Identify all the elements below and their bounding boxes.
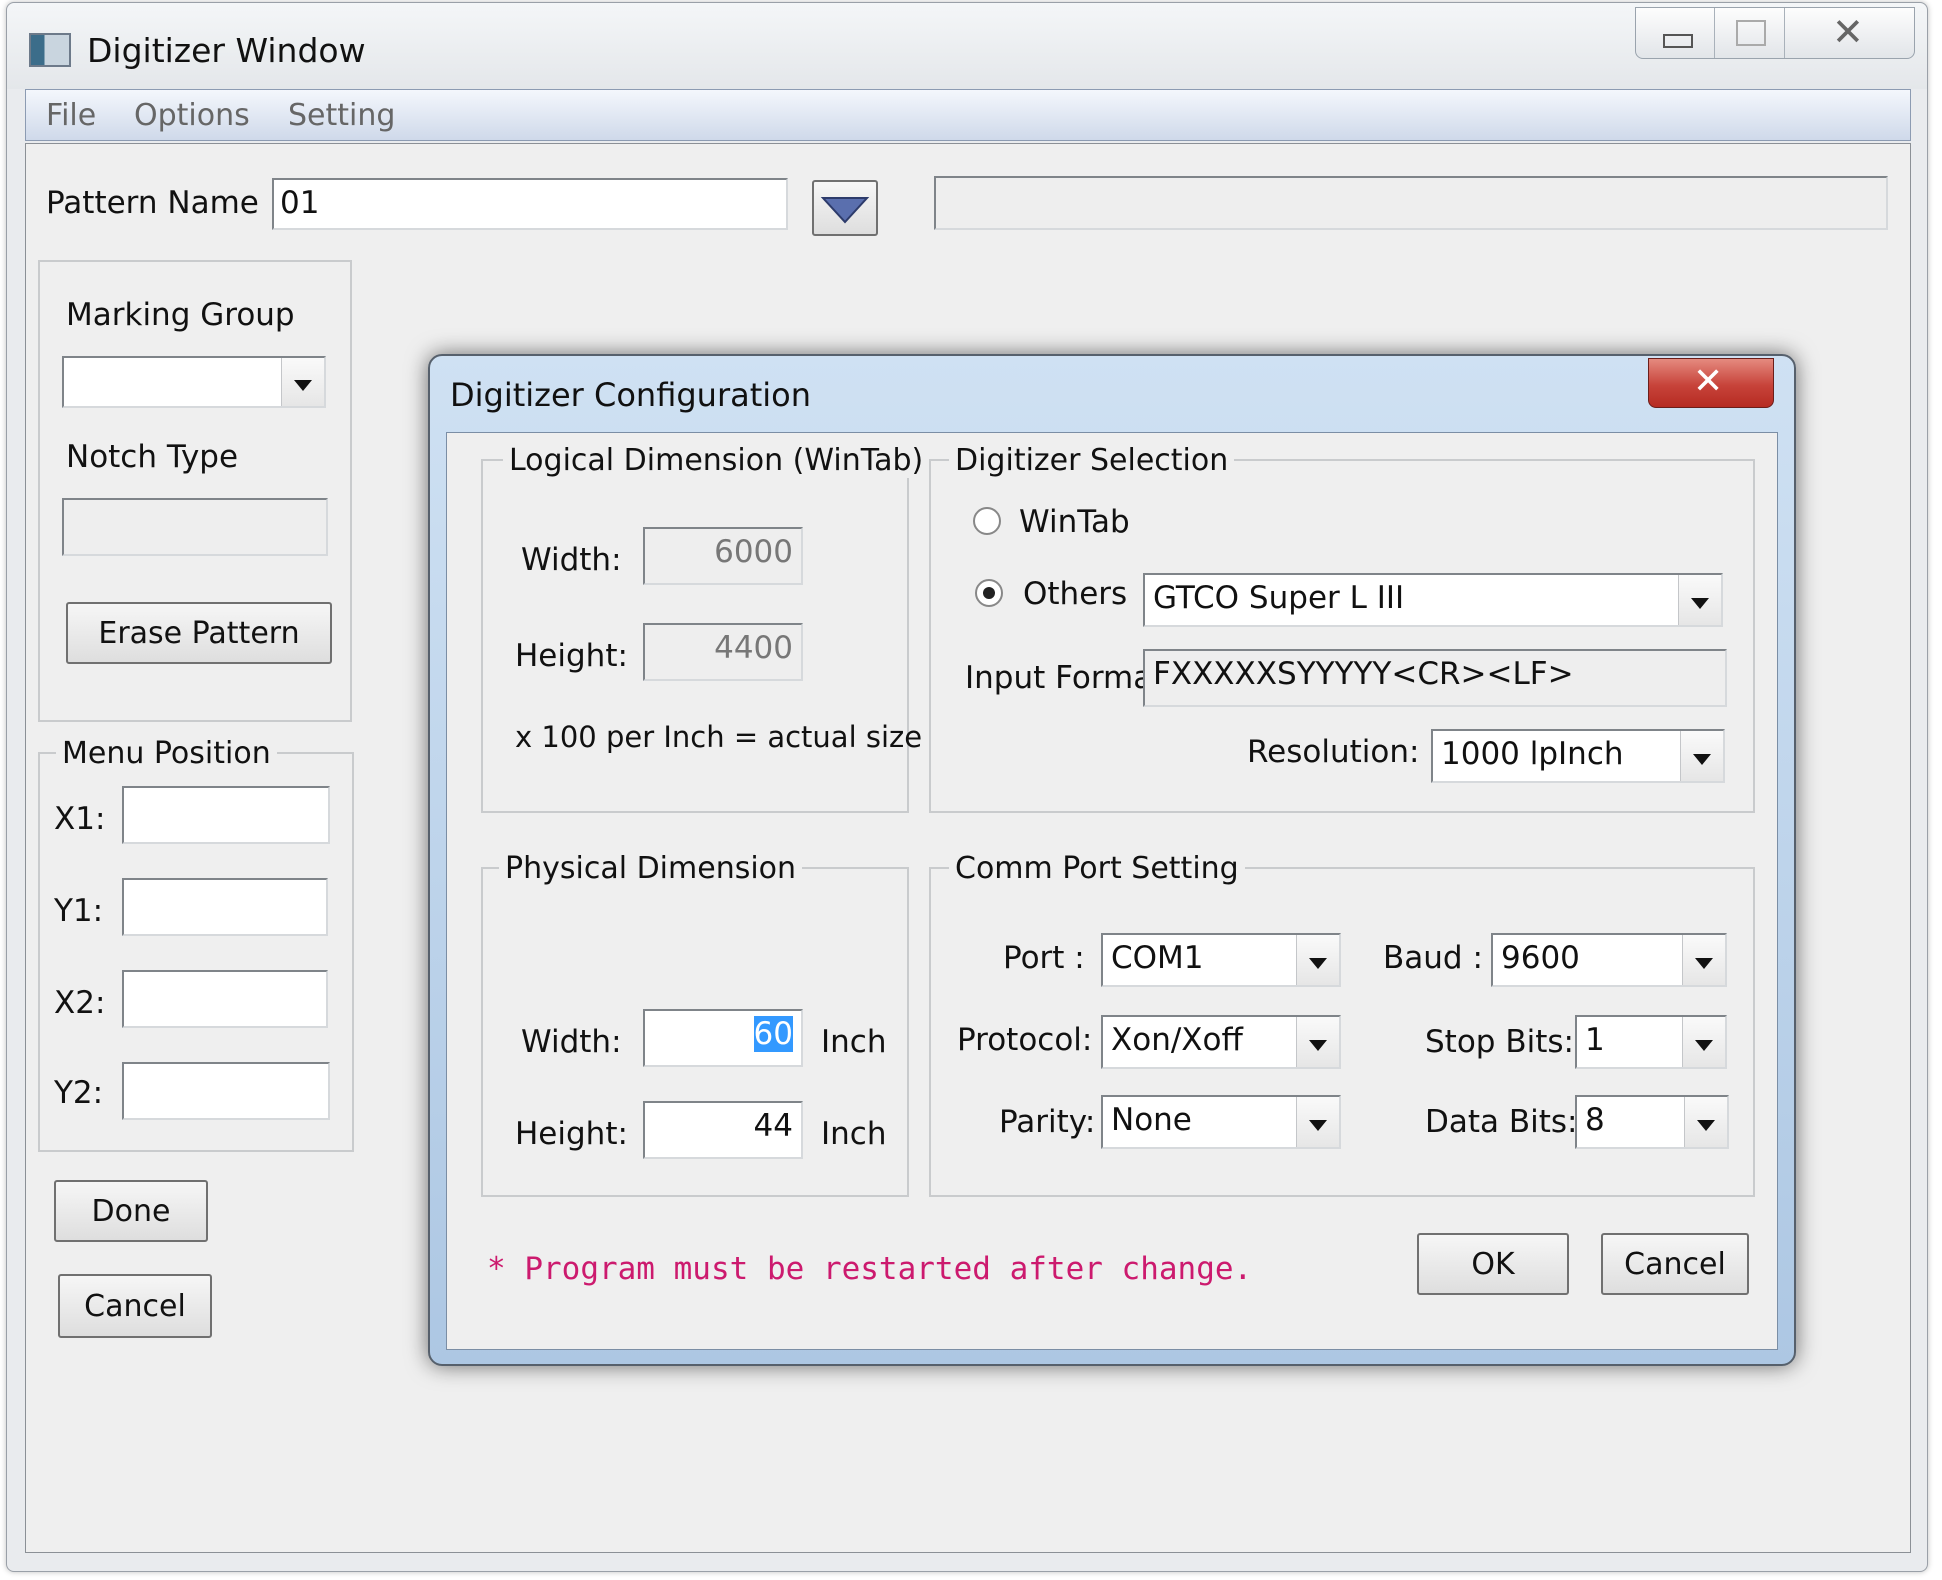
logical-height-label: Height: [515, 638, 628, 674]
chevron-down-icon [1680, 731, 1723, 781]
physical-width-input[interactable]: 60 [643, 1009, 803, 1067]
done-button[interactable]: Done [54, 1180, 208, 1242]
protocol-select[interactable]: Xon/Xoff [1101, 1015, 1341, 1069]
digitizer-model-select[interactable]: GTCO Super L III [1143, 573, 1723, 627]
title-bar: Digitizer Window ✕ [7, 3, 1927, 89]
y2-input[interactable] [122, 1062, 330, 1120]
maximize-button[interactable] [1714, 8, 1785, 58]
chevron-down-icon [1296, 1017, 1339, 1067]
protocol-value: Xon/Xoff [1111, 1022, 1243, 1058]
pattern-name-label: Pattern Name [46, 185, 259, 221]
restart-note: * Program must be restarted after change… [487, 1251, 1253, 1287]
close-icon: ✕ [1832, 10, 1864, 54]
notch-type-field [62, 498, 328, 556]
resolution-label: Resolution: [1247, 734, 1420, 770]
chevron-down-icon [281, 358, 324, 406]
maximize-icon [1736, 20, 1766, 46]
logical-height-field: 4400 [643, 623, 803, 681]
menu-bar: File Options Setting [25, 89, 1911, 141]
chevron-down-icon [1296, 935, 1339, 985]
parity-label: Parity: [999, 1104, 1096, 1140]
baud-value: 9600 [1501, 940, 1580, 976]
dialog-close-button[interactable]: ✕ [1648, 358, 1774, 408]
physical-height-unit: Inch [821, 1116, 887, 1152]
others-radio[interactable] [975, 579, 1003, 607]
pattern-dropdown-button[interactable] [812, 180, 878, 236]
minimize-button[interactable] [1636, 8, 1715, 58]
notch-type-label: Notch Type [66, 439, 239, 475]
chevron-down-icon [1678, 575, 1721, 625]
dialog-title: Digitizer Configuration [450, 376, 811, 414]
minimize-icon [1663, 34, 1693, 48]
chevron-down-icon [1684, 1097, 1727, 1147]
stop-bits-label: Stop Bits: [1425, 1024, 1574, 1060]
x1-input[interactable] [122, 786, 330, 844]
baud-label: Baud : [1383, 940, 1483, 976]
window-controls: ✕ [1635, 7, 1915, 59]
cancel-button[interactable]: Cancel [58, 1274, 212, 1338]
dialog-body: Logical Dimension (WinTab) Width: 6000 H… [446, 432, 1778, 1350]
data-bits-select[interactable]: 8 [1575, 1095, 1729, 1149]
logical-width-label: Width: [521, 542, 622, 578]
port-value: COM1 [1111, 940, 1204, 976]
close-button[interactable]: ✕ [1784, 8, 1914, 58]
physical-width-unit: Inch [821, 1024, 887, 1060]
window-title: Digitizer Window [87, 31, 366, 70]
data-bits-value: 8 [1585, 1102, 1605, 1138]
marking-group-label: Marking Group [66, 297, 295, 333]
physical-width-value: 60 [753, 1016, 793, 1052]
marking-group-select[interactable] [62, 356, 326, 408]
triangle-down-icon [820, 197, 870, 224]
ok-button[interactable]: OK [1417, 1233, 1569, 1295]
pattern-name-input[interactable]: 01 [272, 178, 788, 230]
baud-select[interactable]: 9600 [1491, 933, 1727, 987]
logical-width-field: 6000 [643, 527, 803, 585]
physical-width-label: Width: [521, 1024, 622, 1060]
y1-label: Y1: [54, 893, 104, 929]
protocol-label: Protocol: [957, 1022, 1093, 1058]
x2-label: X2: [54, 985, 106, 1021]
resolution-value: 1000 lpInch [1441, 736, 1624, 772]
radio-dot-icon [983, 587, 995, 599]
stop-bits-select[interactable]: 1 [1575, 1015, 1727, 1069]
port-label: Port : [1003, 940, 1085, 976]
y2-label: Y2: [54, 1075, 104, 1111]
port-select[interactable]: COM1 [1101, 933, 1341, 987]
chevron-down-icon [1682, 935, 1725, 985]
parity-select[interactable]: None [1101, 1095, 1341, 1149]
close-icon: ✕ [1693, 361, 1724, 402]
chevron-down-icon [1682, 1017, 1725, 1067]
x2-input[interactable] [122, 970, 328, 1028]
input-format-field: FXXXXXSYYYYY<CR><LF> [1143, 649, 1727, 707]
pattern-info-field [934, 176, 1888, 230]
wintab-radio-label: WinTab [1019, 504, 1130, 540]
data-bits-label: Data Bits: [1425, 1104, 1578, 1140]
logical-dimension-legend: Logical Dimension (WinTab) [503, 443, 930, 478]
menu-setting[interactable]: Setting [288, 98, 395, 133]
digitizer-selection-legend: Digitizer Selection [949, 443, 1235, 478]
comm-port-legend: Comm Port Setting [949, 851, 1245, 886]
dialog-cancel-button[interactable]: Cancel [1601, 1233, 1749, 1295]
wintab-radio[interactable] [973, 507, 1001, 535]
others-radio-label: Others [1023, 576, 1128, 612]
chevron-down-icon [1296, 1097, 1339, 1147]
parity-value: None [1111, 1102, 1192, 1138]
menu-options[interactable]: Options [134, 98, 250, 133]
logical-size-note: x 100 per Inch = actual size [515, 720, 923, 754]
menu-file[interactable]: File [46, 98, 96, 133]
resolution-select[interactable]: 1000 lpInch [1431, 729, 1725, 783]
stop-bits-value: 1 [1585, 1022, 1605, 1058]
app-window-icon [29, 33, 71, 67]
physical-height-input[interactable]: 44 [643, 1101, 803, 1159]
physical-dimension-legend: Physical Dimension [499, 851, 803, 886]
menu-position-legend: Menu Position [56, 736, 277, 771]
digitizer-model-value: GTCO Super L III [1153, 580, 1405, 616]
erase-pattern-button[interactable]: Erase Pattern [66, 602, 332, 664]
digitizer-configuration-dialog: Digitizer Configuration ✕ Logical Dimens… [428, 354, 1796, 1366]
x1-label: X1: [54, 801, 106, 837]
y1-input[interactable] [122, 878, 328, 936]
physical-height-label: Height: [515, 1116, 628, 1152]
